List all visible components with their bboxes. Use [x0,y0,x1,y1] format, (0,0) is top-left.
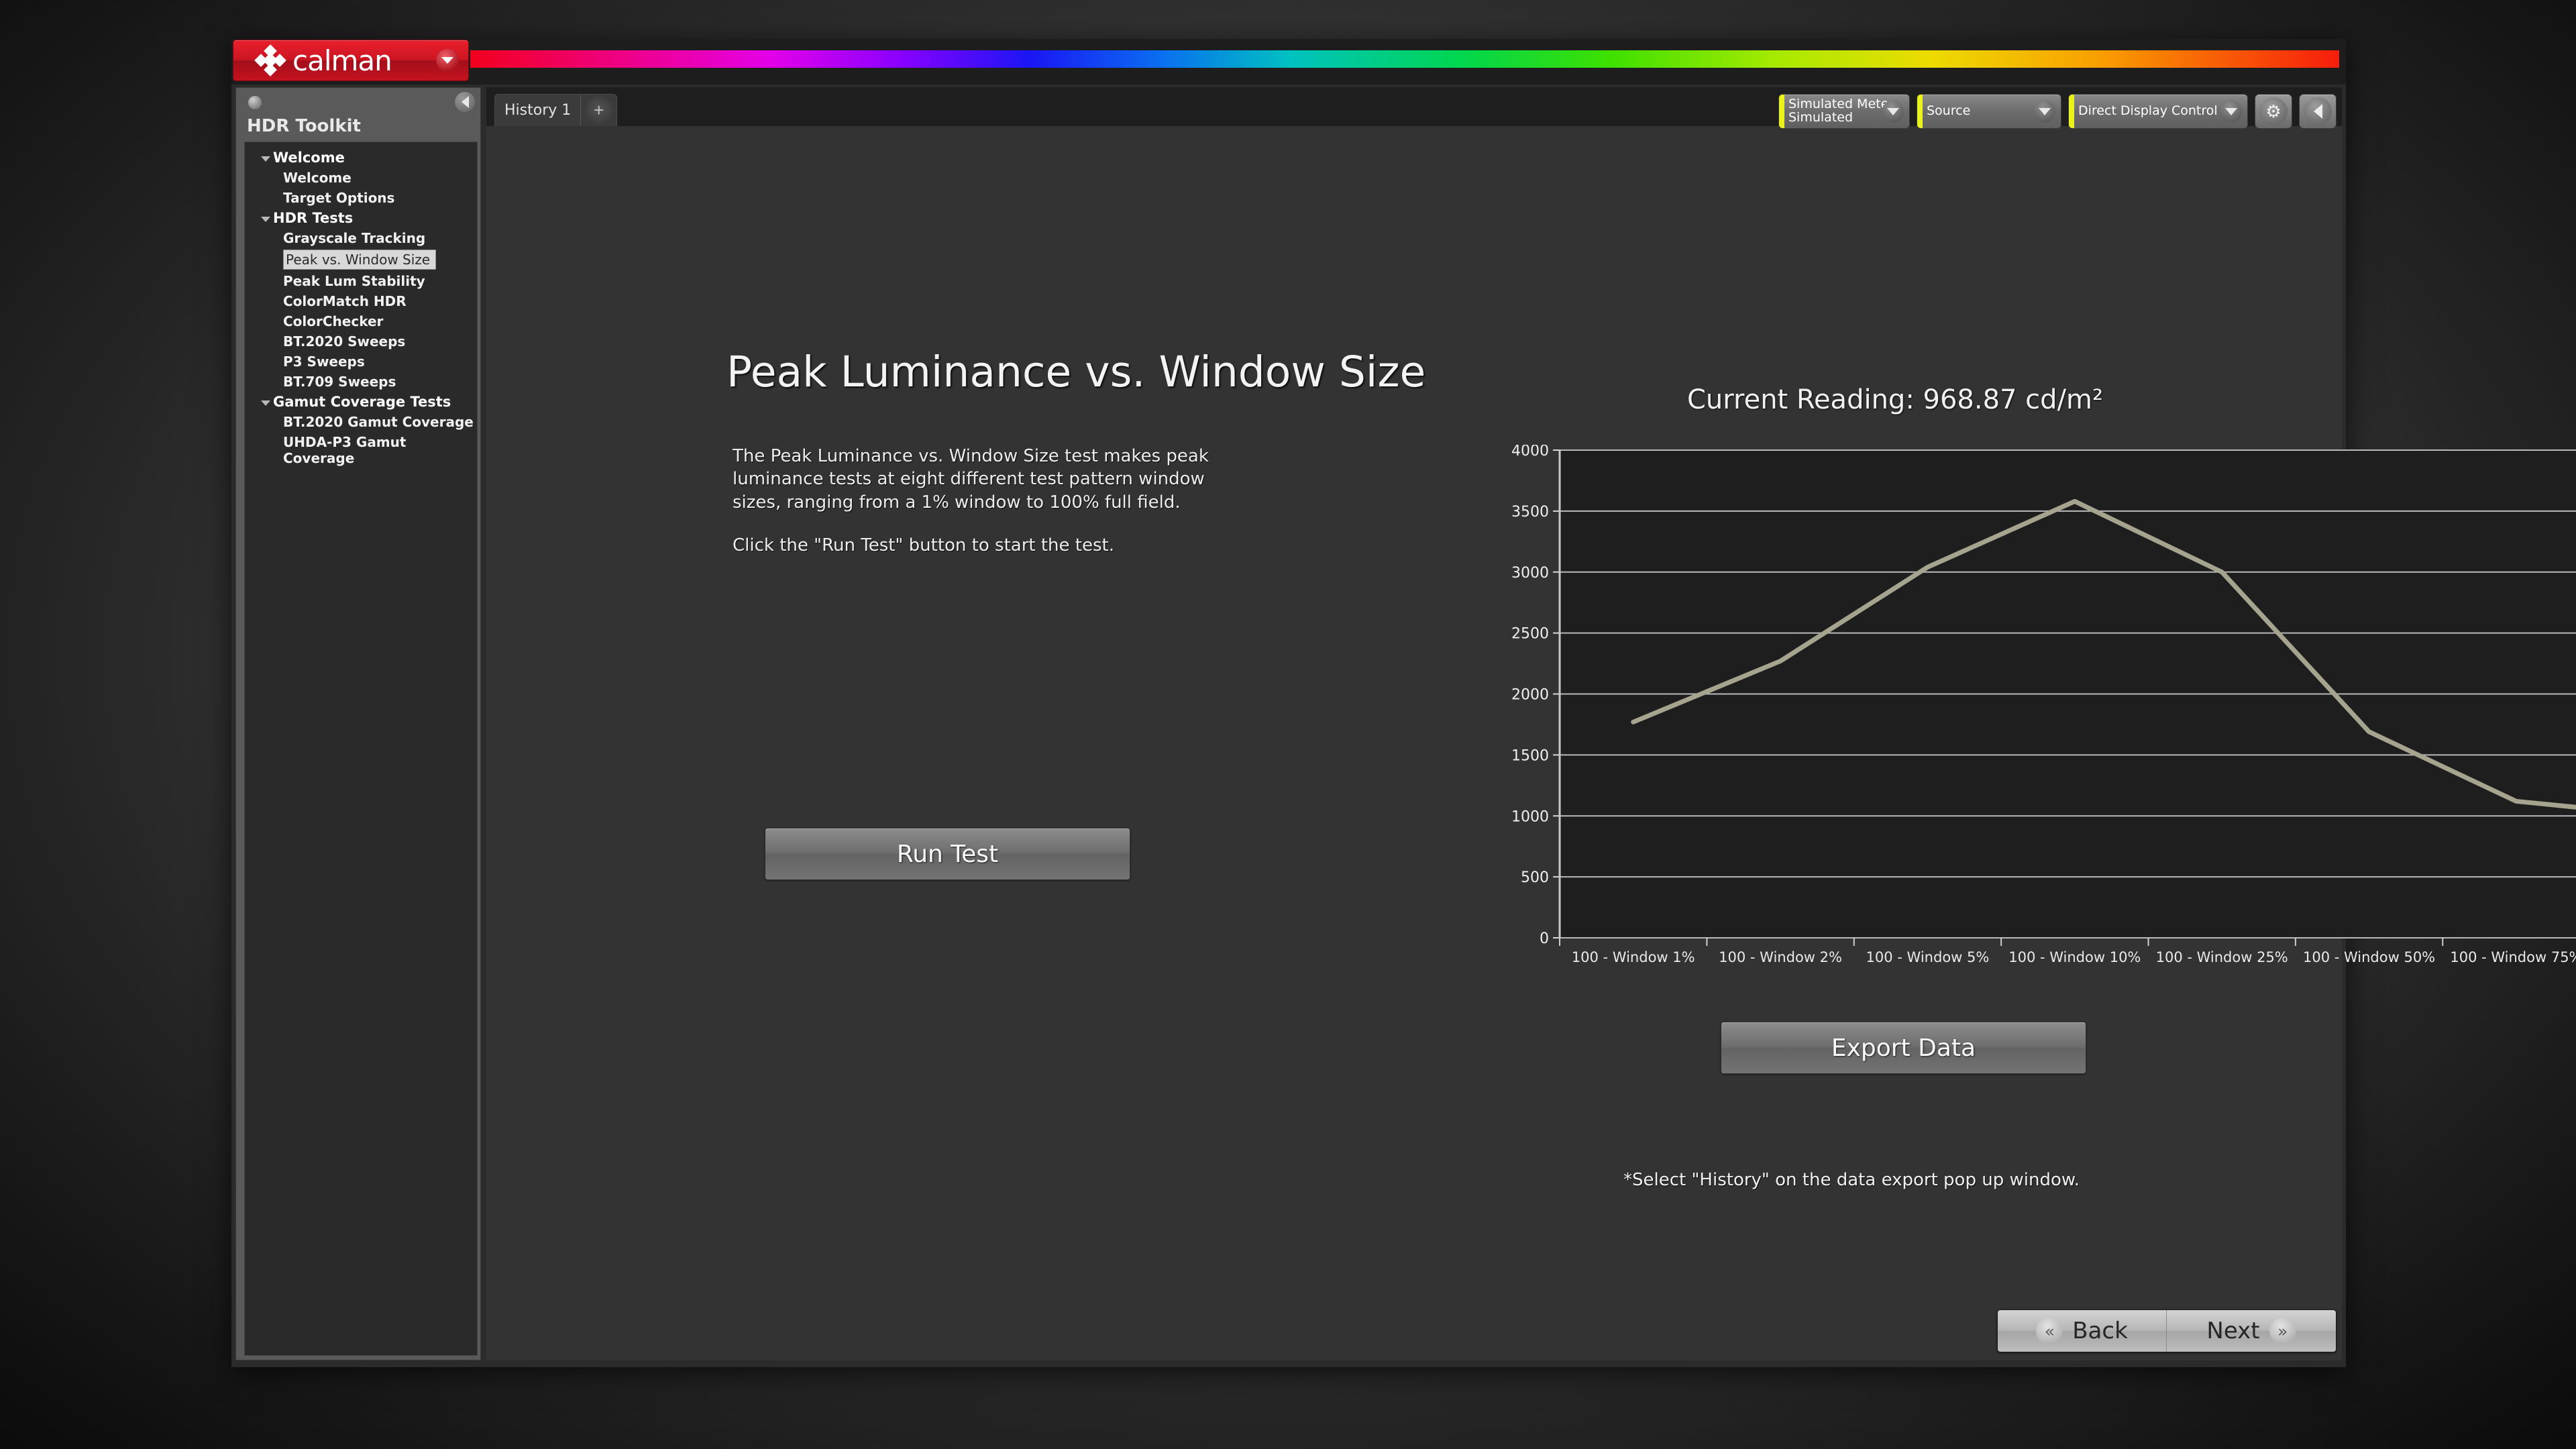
chart-y-tick-label: 2000 [1511,687,1549,704]
chart-y-tick-label: 2500 [1511,626,1549,643]
page-title: Peak Luminance vs. Window Size [727,347,1426,396]
sidebar-item-peak-lum-stability[interactable]: Peak Lum Stability [245,271,477,291]
tab-label: History 1 [504,102,572,119]
export-note: *Select "History" on the data export pop… [1623,1170,2080,1190]
sidebar-item-grayscale-tracking[interactable]: Grayscale Tracking [245,228,477,248]
export-data-button[interactable]: Export Data [1721,1022,2086,1074]
chevron-down-icon[interactable] [2220,100,2242,123]
settings-button[interactable]: ⚙ [2255,94,2292,129]
navigation-tree[interactable]: Welcome Welcome Target Options HDR Tests… [244,142,478,1356]
description-paragraph-1: The Peak Luminance vs. Window Size test … [733,446,1209,513]
sidebar: HDR Toolkit Welcome Welcome Target Optio… [235,87,481,1360]
tab-bar: History 1 + Simulated Meter Simulated So… [486,87,2342,129]
back-label: Back [2072,1318,2128,1344]
sidebar-item-p3-sweeps[interactable]: P3 Sweeps [245,352,477,372]
tree-group-welcome[interactable]: Welcome [245,148,477,168]
content-area: Peak Luminance vs. Window Size Current R… [486,126,2576,1360]
chart-y-tick-label: 4000 [1511,445,1549,460]
chart-y-tick-label: 0 [1540,930,1549,947]
chart-x-tick-label: 100 - Window 5% [1866,949,1990,965]
chart-x-tick-label: 100 - Window 2% [1719,949,1842,965]
main-panel: History 1 + Simulated Meter Simulated So… [486,87,2576,1360]
sidebar-status-dot-icon [248,96,262,109]
chart-y-tick-label: 3000 [1511,565,1549,582]
chart-svg: 0 500 1000 1500 2000 2500 3000 3500 4000 100 - Wi… [1511,445,2576,965]
tree-group-label: HDR Tests [273,210,354,226]
chart-y-tick-label: 500 [1521,869,1549,886]
sidebar-header [236,88,480,116]
tree-group-hdr-tests[interactable]: HDR Tests [245,208,477,228]
sidebar-item-colormatch-hdr[interactable]: ColorMatch HDR [245,291,477,311]
panel-collapse-button[interactable] [2299,94,2337,129]
sidebar-collapse-icon[interactable] [455,92,475,112]
chevron-down-icon[interactable] [436,49,459,72]
add-tab-button[interactable]: + [580,95,616,126]
wizard-navigation: « Back Next » [1997,1309,2337,1352]
chart-x-tick-label: 100 - Window 10% [2008,949,2141,965]
chart-y-tick-label: 1000 [1511,808,1549,825]
next-button[interactable]: Next » [2167,1310,2336,1352]
calman-logo-button[interactable]: calman [233,40,469,81]
tree-group-label: Gamut Coverage Tests [273,394,451,410]
calman-app-window: calman HDR Toolkit Welcome Welcome Targe… [231,39,2576,1367]
sidebar-item-colorchecker[interactable]: ColorChecker [245,311,477,331]
toolbar-right: Simulated Meter Simulated Source Direct … [1778,94,2337,129]
tree-group-label: Welcome [273,150,345,166]
sidebar-item-bt2020-gamut-coverage[interactable]: BT.2020 Gamut Coverage [245,412,477,432]
chart-x-tick-label: 100 - Window 1% [1572,949,1695,965]
current-reading: Current Reading: 968.87 cd/m² [1687,384,2104,415]
meter-line-1: Simulated Meter [1788,97,1894,112]
sidebar-item-target-options[interactable]: Target Options [245,188,477,208]
chart-x-tick-label: 100 - Window 75% [2450,949,2576,965]
meter-line-2: Simulated [1788,110,1854,125]
description-paragraph-2: Click the "Run Test" button to start the… [733,535,1114,555]
source-dropdown[interactable]: Source [1917,94,2061,129]
display-control-dropdown[interactable]: Direct Display Control [2068,94,2248,129]
next-label: Next [2206,1318,2260,1344]
source-label: Source [1927,103,1971,119]
chevron-double-right-icon: » [2269,1318,2296,1344]
sidebar-item-uhda-p3-gamut-coverage[interactable]: UHDA-P3 Gamut Coverage [245,432,477,468]
sidebar-item-welcome[interactable]: Welcome [245,168,477,188]
title-bar: calman [231,39,2346,85]
chevron-double-left-icon: « [2036,1318,2063,1344]
collapse-left-icon [2304,97,2332,125]
spectrum-bar [470,50,2339,68]
brand-name: calman [292,44,392,77]
chart-y-tick-label: 3500 [1511,504,1549,521]
chevron-down-icon[interactable] [2034,100,2055,123]
meter-dropdown[interactable]: Simulated Meter Simulated [1778,94,1910,129]
toolkit-title: HDR Toolkit [247,116,361,136]
sidebar-item-peak-vs-window-size[interactable]: Peak vs. Window Size [283,250,437,270]
run-test-button[interactable]: Run Test [765,828,1130,880]
display-control-label: Direct Display Control [2078,103,2218,119]
chart-x-tick-label: 100 - Window 50% [2303,949,2435,965]
chart-y-tick-label: 1500 [1511,747,1549,764]
sidebar-item-bt2020-sweeps[interactable]: BT.2020 Sweeps [245,331,477,352]
back-button[interactable]: « Back [1998,1310,2167,1352]
plus-icon: + [584,96,613,125]
gear-icon: ⚙ [2259,97,2288,125]
tree-group-gamut-coverage-tests[interactable]: Gamut Coverage Tests [245,392,477,412]
chevron-down-icon[interactable] [1882,100,1904,123]
test-description: The Peak Luminance vs. Window Size test … [733,445,1232,557]
calman-diamond-icon [254,44,286,76]
chart-x-tick-label: 100 - Window 25% [2156,949,2288,965]
peak-luminance-chart: 0 500 1000 1500 2000 2500 3000 3500 4000 100 - Wi… [1479,445,2576,1015]
tab-history-1[interactable]: History 1 + [494,94,618,126]
sidebar-item-bt709-sweeps[interactable]: BT.709 Sweeps [245,372,477,392]
